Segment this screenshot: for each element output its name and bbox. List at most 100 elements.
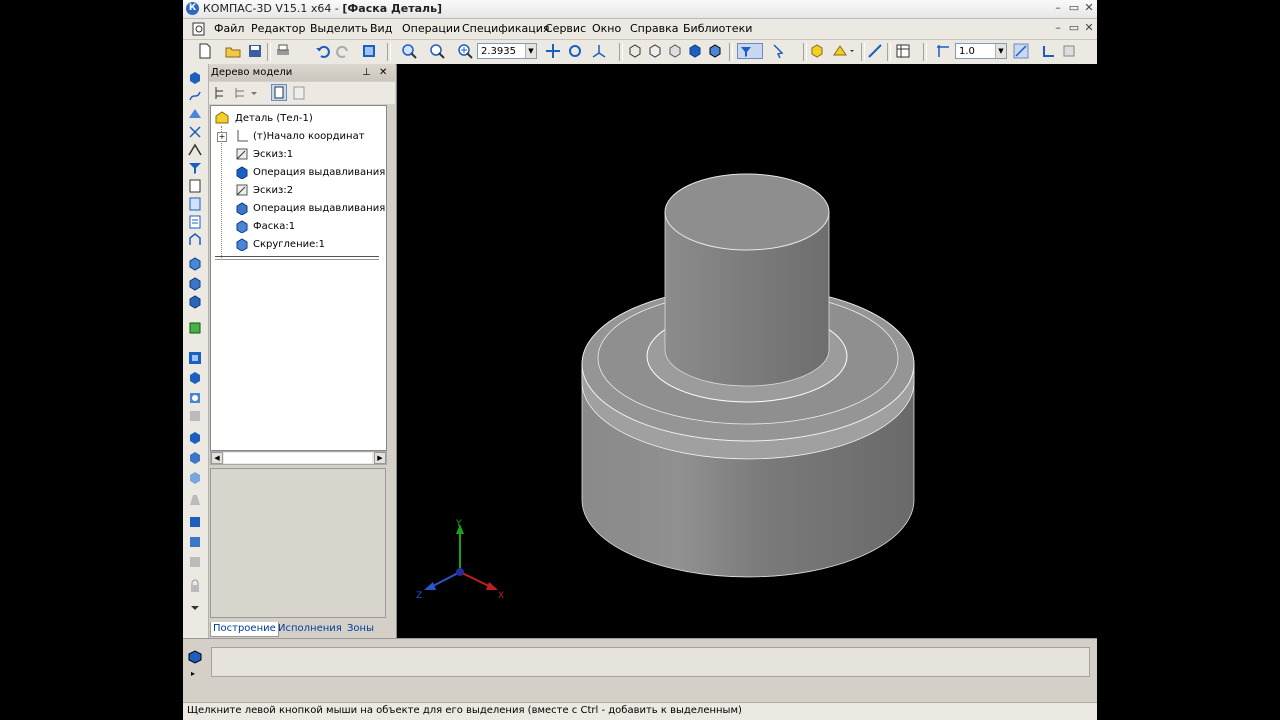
sheet-panel-icon[interactable] [187,232,203,248]
pattern-tool-icon[interactable] [187,534,203,550]
mirror-tool-icon[interactable] [187,514,203,530]
color-properties-icon[interactable] [831,43,857,59]
tab-construction[interactable]: Построение [210,622,279,637]
tree-split-icon[interactable] [291,85,307,101]
menu-service[interactable]: Сервис [545,22,586,35]
report-panel-icon[interactable] [187,214,203,230]
menu-view[interactable]: Вид [370,22,392,35]
properties-bar-icon[interactable] [187,649,203,665]
tree-horizontal-scrollbar[interactable]: ◀ ▶ [210,451,387,465]
orientation-icon[interactable] [591,43,607,59]
menu-libraries[interactable]: Библиотеки [683,22,752,35]
tree-item-label: Фаска:1 [253,221,296,232]
3d-viewport[interactable]: Y X Z [396,64,1097,638]
tab-executions[interactable]: Исполнения [276,622,344,636]
cut-extrude-icon[interactable] [187,350,203,366]
scroll-down-icon[interactable] [187,600,203,616]
copy-properties-icon[interactable] [1061,43,1077,59]
menu-window[interactable]: Окно [592,22,621,35]
tree-view-mode-icon[interactable] [233,85,259,101]
menu-editor[interactable]: Редактор [251,22,306,35]
spec-panel-icon[interactable] [187,196,203,212]
extrude-tool-icon[interactable] [187,256,203,272]
doc-close-button[interactable]: ✕ [1082,22,1096,35]
part-model[interactable] [581,173,915,578]
restore-button[interactable]: ▭ [1067,2,1081,15]
new-document-icon[interactable] [197,43,213,59]
doc-restore-button[interactable]: ▭ [1067,22,1081,35]
pin-icon[interactable]: ⊥ [362,64,371,81]
shaded-icon[interactable] [687,43,703,59]
part-icon [215,111,229,125]
menu-specification[interactable]: Спецификация [462,22,549,35]
hidden-thin-icon[interactable] [667,43,683,59]
cut-revolve-icon[interactable] [187,370,203,386]
close-icon[interactable]: ✕ [379,64,387,81]
expand-arrow-icon[interactable]: ▸ [191,669,195,678]
hole-tool-icon[interactable] [187,390,203,406]
close-button[interactable]: ✕ [1082,2,1096,15]
chevron-down-icon[interactable]: ▼ [995,44,1006,58]
zoom-scale-combo[interactable]: 2.3935 ▼ [477,43,537,59]
sketch-view-icon[interactable] [867,43,883,59]
measure-panel-icon[interactable] [187,178,203,194]
constraints-icon[interactable] [1041,43,1057,59]
editing-panel-icon[interactable] [187,70,203,86]
zoom-all-icon[interactable] [429,43,445,59]
filter-select-icon[interactable] [737,43,763,59]
table-icon[interactable] [895,43,911,59]
pan-icon[interactable] [545,43,561,59]
expand-icon[interactable]: + [217,132,227,142]
undo-icon[interactable] [315,43,331,59]
rotate-icon[interactable] [567,43,583,59]
rib-tool-icon[interactable] [187,430,203,446]
lock-tool-icon[interactable] [187,578,203,594]
auxiliary-panel-icon[interactable] [187,142,203,158]
scroll-left-icon[interactable]: ◀ [211,452,223,464]
chamfer-tool-icon[interactable] [187,450,203,466]
app-title: КОМПАС-3D V15.1 x64 - [203,2,343,15]
filter-panel-icon[interactable] [187,160,203,176]
print-icon[interactable] [275,43,291,59]
shaded-edges-icon[interactable] [707,43,723,59]
doc-minimize-button[interactable]: – [1051,22,1065,35]
draft-tool-icon[interactable] [187,492,203,508]
redo-icon[interactable] [335,43,351,59]
surfaces-panel-icon[interactable] [187,106,203,122]
menu-file[interactable]: Файл [214,22,244,35]
step-value-combo[interactable]: 1.0 ▼ [955,43,1007,59]
hidden-lines-icon[interactable] [647,43,663,59]
scroll-track[interactable] [224,453,372,463]
zoom-window-icon[interactable] [401,43,417,59]
chevron-down-icon[interactable]: ▼ [525,44,536,58]
view-manager-icon[interactable] [361,43,377,59]
scroll-right-icon[interactable]: ▶ [374,452,386,464]
menu-operations[interactable]: Операции [402,22,460,35]
yellow-cube-icon[interactable] [809,43,825,59]
arrays-panel-icon[interactable] [187,124,203,140]
minimize-button[interactable]: – [1051,2,1065,15]
wireframe-icon[interactable] [627,43,643,59]
grid-step-icon[interactable] [935,43,951,59]
snap-icon[interactable] [1013,43,1029,59]
menu-help[interactable]: Справка [630,22,678,35]
sweep-tool-icon[interactable] [187,294,203,310]
axis-origin [456,568,464,576]
boss-top-face[interactable] [664,173,830,251]
save-icon[interactable] [247,43,263,59]
menu-select[interactable]: Выделить [310,22,368,35]
curves-panel-icon[interactable] [187,88,203,104]
shell-tool-icon[interactable] [187,408,203,424]
fillet-tool-icon[interactable] [187,470,203,486]
revolve-tool-icon[interactable] [187,276,203,292]
zoom-in-icon[interactable] [457,43,473,59]
select-mode-icon[interactable] [771,43,797,59]
tree-doc-icon[interactable] [271,84,287,101]
split-tool-icon[interactable] [187,554,203,570]
document-menu-icon[interactable] [191,21,207,37]
end-of-tree-marker[interactable] [215,256,379,260]
loft-tool-icon[interactable] [187,320,203,336]
open-folder-icon[interactable] [225,43,241,59]
tab-zones[interactable]: Зоны [345,622,376,636]
tree-structure-icon[interactable] [213,85,229,101]
